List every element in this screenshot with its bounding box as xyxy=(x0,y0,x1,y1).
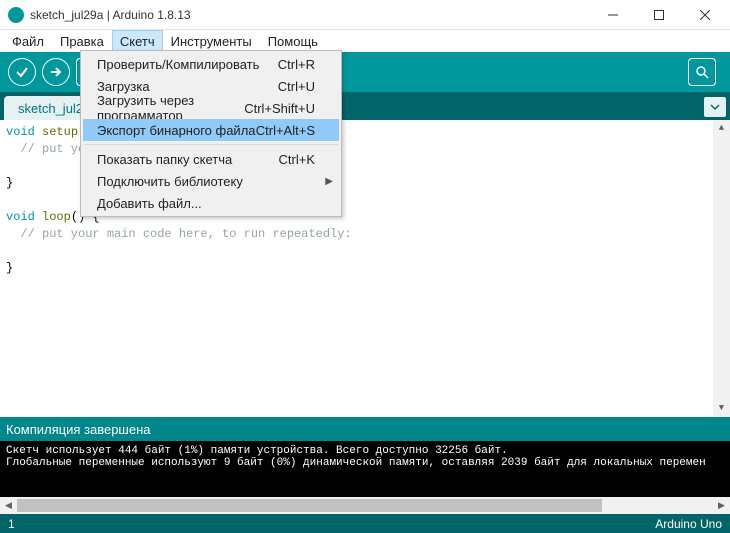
status-bar: Компиляция завершена xyxy=(0,417,730,441)
menu-separator xyxy=(84,144,338,145)
menu-sketch[interactable]: Скетч xyxy=(112,30,163,52)
console-output[interactable]: Скетч использует 444 байт (1%) памяти ус… xyxy=(0,441,730,497)
line-number: 1 xyxy=(8,517,15,531)
status-message: Компиляция завершена xyxy=(6,422,151,437)
scroll-thumb[interactable] xyxy=(17,499,602,512)
verify-button[interactable] xyxy=(8,58,36,86)
console-horizontal-scrollbar[interactable]: ◀ ▶ xyxy=(0,497,730,514)
scroll-left-icon[interactable]: ◀ xyxy=(0,497,17,514)
menu-include-library[interactable]: Подключить библиотеку ▶ xyxy=(83,170,339,192)
scroll-right-icon[interactable]: ▶ xyxy=(713,497,730,514)
menu-upload-programmer[interactable]: Загрузить через программатор Ctrl+Shift+… xyxy=(83,97,339,119)
menu-export-binary[interactable]: Экспорт бинарного файла Ctrl+Alt+S xyxy=(83,119,339,141)
tab-menu-button[interactable] xyxy=(704,97,726,117)
app-icon xyxy=(8,7,24,23)
menubar: Файл Правка Скетч Инструменты Помощь xyxy=(0,30,730,52)
sketch-menu-dropdown: Проверить/Компилировать Ctrl+R Загрузка … xyxy=(80,50,342,217)
serial-monitor-button[interactable] xyxy=(688,58,716,86)
menu-help[interactable]: Помощь xyxy=(260,30,326,52)
close-button[interactable] xyxy=(682,0,728,30)
window-title: sketch_jul29a | Arduino 1.8.13 xyxy=(30,8,590,22)
upload-button[interactable] xyxy=(42,58,70,86)
menu-tools[interactable]: Инструменты xyxy=(163,30,260,52)
editor-vertical-scrollbar[interactable]: ▲ ▼ xyxy=(713,120,730,417)
scroll-down-icon[interactable]: ▼ xyxy=(713,400,730,417)
minimize-button[interactable] xyxy=(590,0,636,30)
menu-verify-compile[interactable]: Проверить/Компилировать Ctrl+R xyxy=(83,53,339,75)
maximize-button[interactable] xyxy=(636,0,682,30)
board-name: Arduino Uno xyxy=(655,517,722,531)
menu-show-folder[interactable]: Показать папку скетча Ctrl+K xyxy=(83,148,339,170)
menu-edit[interactable]: Правка xyxy=(52,30,112,52)
menu-file[interactable]: Файл xyxy=(4,30,52,52)
footer: 1 Arduino Uno xyxy=(0,514,730,533)
titlebar: sketch_jul29a | Arduino 1.8.13 xyxy=(0,0,730,30)
submenu-arrow-icon: ▶ xyxy=(325,176,333,187)
scroll-up-icon[interactable]: ▲ xyxy=(713,120,730,137)
menu-add-file[interactable]: Добавить файл... xyxy=(83,192,339,214)
